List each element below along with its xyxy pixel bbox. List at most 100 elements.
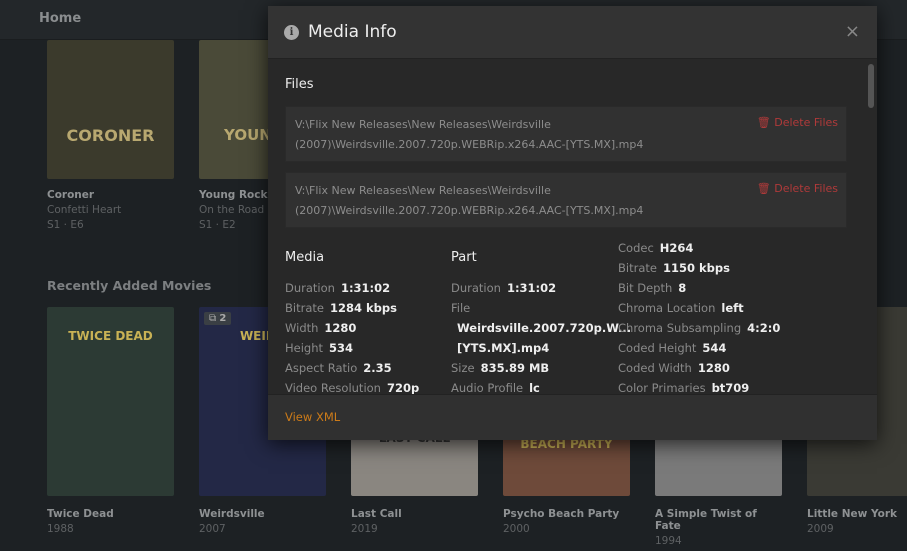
info-value: 720p	[386, 381, 420, 394]
files-heading: Files	[285, 77, 314, 92]
info-row: File	[451, 298, 631, 318]
info-key: Duration	[451, 281, 501, 295]
file-entry: V:\Flix New Releases\New Releases\Weirds…	[285, 172, 847, 228]
info-key: File	[451, 301, 471, 315]
info-value: H264	[659, 241, 694, 255]
info-key: Chroma Location	[618, 301, 716, 315]
stream-column: Codec H264 Bitrate 1150 kbps Bit Depth 8 Chrom…	[618, 238, 780, 394]
info-row: Chroma Location left	[618, 298, 780, 318]
movie-card[interactable]: TWICE DEAD Twice Dead 1988	[47, 307, 174, 535]
delete-files-button[interactable]: 🗑 Delete Files	[757, 116, 838, 129]
info-value: Weirdsville.2007.720p.W...	[457, 321, 632, 335]
versions-badge: ⧉ 2	[204, 312, 232, 325]
file-path-line1: V:\Flix New Releases\New Releases\Weirds…	[295, 118, 551, 131]
info-key: Audio Profile	[451, 381, 524, 394]
section-title: Recently Added Movies	[47, 278, 212, 293]
info-value: 835.89 MB	[480, 361, 550, 375]
info-value: bt709	[711, 381, 750, 394]
card-title[interactable]: Last Call	[351, 508, 478, 520]
info-row: Codec H264	[618, 238, 780, 258]
info-value: [YTS.MX].mp4	[457, 341, 550, 355]
media-heading: Media	[285, 250, 325, 265]
file-path-line2: (2007)\Weirdsville.2007.720p.WEBRip.x264…	[295, 204, 644, 217]
media-info-dialog: i Media Info × Files V:\Flix New Release…	[268, 6, 877, 440]
page-title: Home	[39, 11, 82, 26]
info-key: Aspect Ratio	[285, 361, 358, 375]
card-title[interactable]: Twice Dead	[47, 508, 174, 520]
info-row: Coded Height 544	[618, 338, 780, 358]
card-year: 2009	[807, 523, 834, 535]
info-key: Coded Height	[618, 341, 697, 355]
info-key: Chroma Subsampling	[618, 321, 742, 335]
info-value: 1284 kbps	[329, 301, 397, 315]
card-title[interactable]: Little New York	[807, 508, 907, 520]
dialog-header: i Media Info ×	[268, 6, 877, 59]
card-subtitle: Confetti Heart	[47, 204, 122, 216]
poster[interactable]: TWICE DEAD	[47, 307, 174, 496]
info-value: 1280	[324, 321, 357, 335]
close-button[interactable]: ×	[845, 21, 860, 42]
info-row: Width 1280	[285, 318, 419, 338]
card-episode: S1 · E6	[47, 219, 84, 231]
part-heading: Part	[451, 250, 477, 265]
info-value: 1150 kbps	[662, 261, 730, 275]
on-deck-card[interactable]: CORONER Coroner Confetti Heart S1 · E6	[47, 40, 174, 231]
card-title[interactable]: Weirdsville	[199, 508, 326, 520]
info-value: 544	[702, 341, 727, 355]
info-row: Duration 1:31:02	[285, 278, 419, 298]
dialog-body: Files V:\Flix New Releases\New Releases\…	[268, 60, 877, 394]
card-year: 2007	[199, 523, 226, 535]
info-row: Bitrate 1284 kbps	[285, 298, 419, 318]
delete-files-button[interactable]: 🗑 Delete Files	[757, 182, 838, 195]
info-value: 8	[678, 281, 687, 295]
info-row: Weirdsville.2007.720p.W...	[451, 318, 631, 338]
file-entry: V:\Flix New Releases\New Releases\Weirds…	[285, 106, 847, 162]
info-icon: i	[284, 25, 299, 40]
file-path-line2: (2007)\Weirdsville.2007.720p.WEBRip.x264…	[295, 138, 644, 151]
poster[interactable]: CORONER	[47, 40, 174, 179]
info-key: Bitrate	[618, 261, 657, 275]
info-row: Height 534	[285, 338, 419, 358]
media-column: Media Duration 1:31:02 Bitrate 1284 kbps Widt…	[285, 248, 419, 394]
info-row: Bit Depth 8	[618, 278, 780, 298]
trash-icon: 🗑	[756, 182, 771, 195]
info-key: Bitrate	[285, 301, 324, 315]
info-value: lc	[529, 381, 540, 394]
view-xml-link[interactable]: View XML	[285, 410, 340, 424]
card-year: 2019	[351, 523, 378, 535]
info-row: Bitrate 1150 kbps	[618, 258, 780, 278]
info-row: Duration 1:31:02	[451, 278, 631, 298]
info-key: Codec	[618, 241, 654, 255]
info-key: Color Primaries	[618, 381, 706, 394]
info-row: Color Primaries bt709	[618, 378, 780, 394]
card-title[interactable]: Coroner	[47, 189, 174, 201]
info-value: 1280	[697, 361, 730, 375]
info-key: Bit Depth	[618, 281, 673, 295]
info-row: Audio Profile lc	[451, 378, 631, 394]
info-value: 534	[329, 341, 354, 355]
info-key: Size	[451, 361, 475, 375]
card-title[interactable]: Psycho Beach Party	[503, 508, 630, 520]
info-key: Video Resolution	[285, 381, 381, 394]
info-row: Coded Width 1280	[618, 358, 780, 378]
info-value: 2.35	[363, 361, 392, 375]
part-column: Part Duration 1:31:02 File Weirdsville.2007.…	[451, 248, 631, 394]
info-row: Aspect Ratio 2.35	[285, 358, 419, 378]
card-year: 1988	[47, 523, 74, 535]
info-value: left	[721, 301, 744, 315]
card-year: 1994	[655, 535, 682, 547]
info-value: 1:31:02	[340, 281, 391, 295]
info-row: Size 835.89 MB	[451, 358, 631, 378]
info-row: Chroma Subsampling 4:2:0	[618, 318, 780, 338]
info-key: Width	[285, 321, 319, 335]
info-key: Coded Width	[618, 361, 692, 375]
scrollbar[interactable]	[868, 64, 874, 108]
info-value: 4:2:0	[747, 321, 781, 335]
card-title[interactable]: A Simple Twist of Fate	[655, 508, 782, 532]
file-path-line1: V:\Flix New Releases\New Releases\Weirds…	[295, 184, 551, 197]
info-row: Video Resolution 720p	[285, 378, 419, 394]
trash-icon: 🗑	[756, 116, 771, 129]
dialog-title: Media Info	[308, 22, 397, 42]
dialog-footer: View XML	[268, 394, 877, 440]
info-value: 1:31:02	[506, 281, 557, 295]
